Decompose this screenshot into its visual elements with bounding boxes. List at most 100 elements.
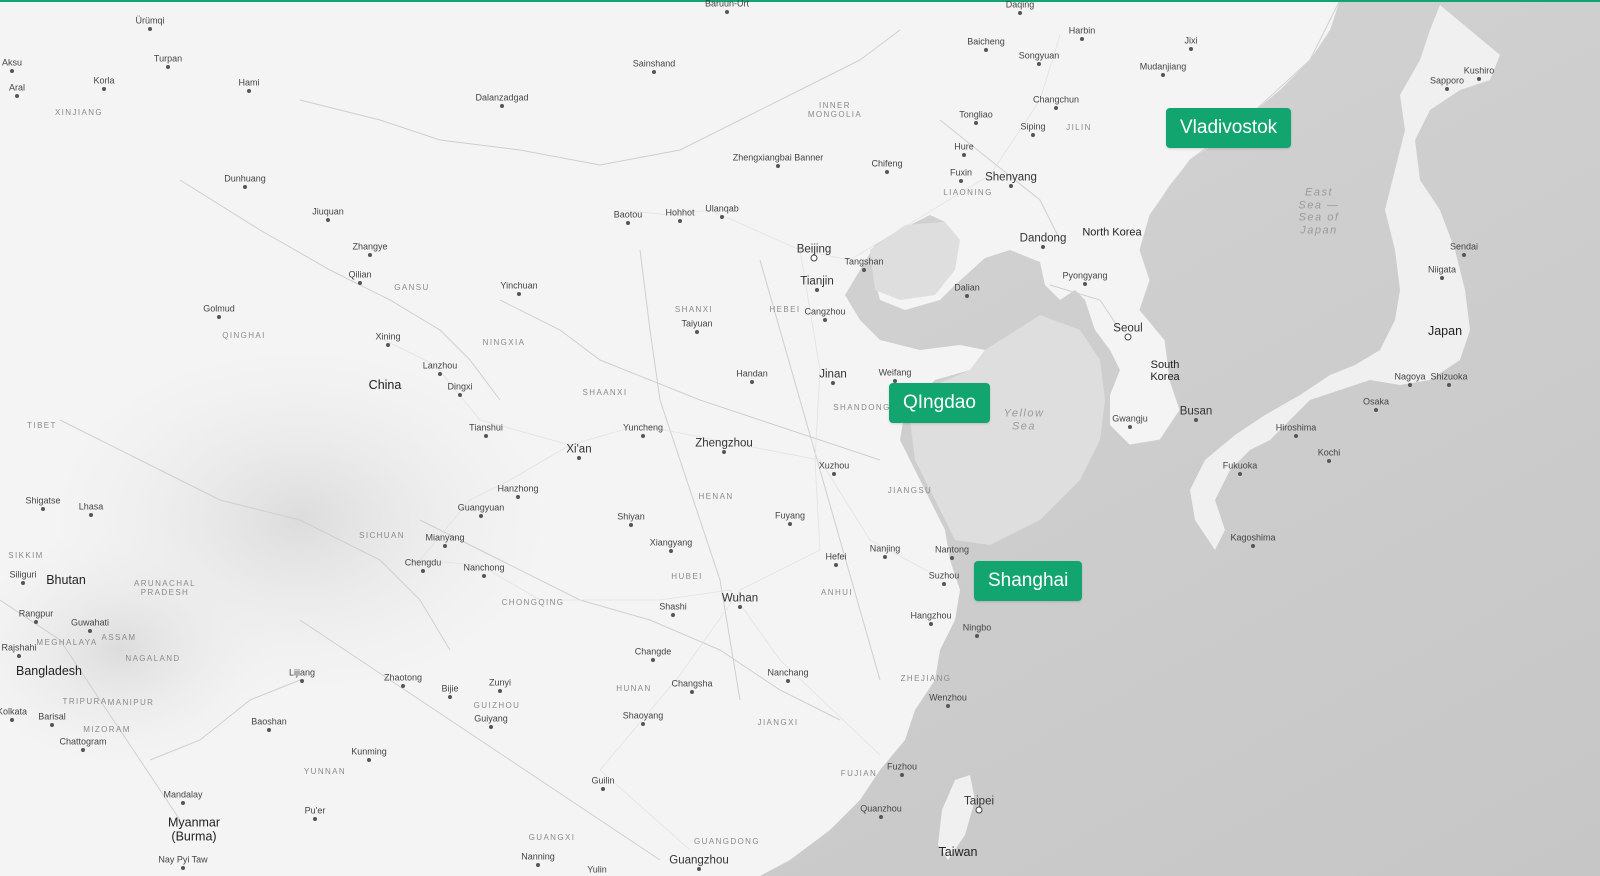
- country-label-bhutan: Bhutan: [46, 572, 86, 587]
- city-dot: [946, 704, 950, 708]
- region-label-liaoning: Liaoning: [943, 188, 993, 197]
- city-label-dalanzadgad: Dalanzadgad: [475, 92, 529, 103]
- city-label-fukuoka: Fukuoka: [1222, 460, 1258, 471]
- city-dot: [217, 315, 221, 319]
- city-dot: [536, 863, 540, 867]
- city-label-qilian: Qilian: [348, 269, 372, 280]
- region-label-gansu: Gansu: [394, 283, 430, 292]
- city-dot: [358, 281, 362, 285]
- city-label-rangpur: Rangpur: [18, 608, 54, 619]
- city-label-seoul: Seoul: [1113, 322, 1143, 335]
- city-dot: [267, 728, 271, 732]
- city-dot: [975, 634, 979, 638]
- city-dot: [15, 94, 19, 98]
- city-dot: [1054, 106, 1058, 110]
- city-label-lhasa: Lhasa: [78, 501, 104, 512]
- city-label-hiroshima: Hiroshima: [1275, 422, 1317, 433]
- city-dot: [421, 569, 425, 573]
- city-label-siliguri: Siliguri: [9, 569, 37, 580]
- city-dot: [671, 613, 675, 617]
- country-label-japan: Japan: [1427, 323, 1463, 338]
- region-label-jilin: Jilin: [1066, 123, 1092, 132]
- city-dot: [950, 556, 954, 560]
- city-dot: [641, 722, 645, 726]
- city-dot: [1462, 253, 1466, 257]
- city-label-guangzhou: Guangzhou: [669, 854, 729, 867]
- top-accent-line: [0, 0, 1600, 2]
- city-dot: [438, 372, 442, 376]
- city-label-wuhan: Wuhan: [721, 592, 759, 605]
- region-label-xinjiang: Xinjiang: [54, 108, 104, 117]
- city-dot: [181, 801, 185, 805]
- city-label-guangyuan: Guangyuan: [457, 502, 505, 513]
- city-label-baicheng: Baicheng: [967, 36, 1005, 47]
- region-label-yunnan: Yunnan: [303, 767, 347, 776]
- city-dot: [313, 817, 317, 821]
- city-label-kunming: Kunming: [351, 746, 387, 757]
- city-label-kagoshima: Kagoshima: [1230, 532, 1276, 543]
- port-marker-qingdao[interactable]: QIngdao: [889, 383, 990, 423]
- city-dot: [788, 522, 792, 526]
- city-label-dunhuang: Dunhuang: [224, 173, 266, 184]
- city-label-gwangju: Gwangju: [1112, 413, 1148, 424]
- city-dot: [479, 514, 483, 518]
- city-dot: [942, 582, 946, 586]
- city-label-nagoya: Nagoya: [1394, 371, 1426, 382]
- city-label-yinchuan: Yinchuan: [500, 280, 538, 291]
- city-dot: [823, 318, 827, 322]
- city-dot: [652, 70, 656, 74]
- city-label-shashi: Shashi: [659, 601, 687, 612]
- region-label-jiangxi: Jiangxi: [757, 718, 799, 727]
- city-label-ningbo: Ningbo: [962, 622, 992, 633]
- city-dot: [1408, 383, 1412, 387]
- city-label-baoshan: Baoshan: [251, 716, 287, 727]
- region-label-arunachal-pradesh: Arunachal Pradesh: [134, 578, 196, 597]
- city-dot: [720, 215, 724, 219]
- city-dot: [1194, 418, 1198, 422]
- city-dot: [81, 748, 85, 752]
- city-dot: [1447, 383, 1451, 387]
- region-label-mizoram: Mizoram: [83, 725, 131, 734]
- city-label-chattogram: Chattogram: [59, 736, 107, 747]
- city-label-jiuquan: Jiuquan: [312, 206, 344, 217]
- city-label-kushiro: Kushiro: [1463, 65, 1495, 76]
- country-label-bangladesh: Bangladesh: [15, 663, 83, 678]
- city-label-dalian: Dalian: [954, 282, 980, 293]
- city-dot: [1041, 245, 1045, 249]
- city-label-aral: Aral: [8, 82, 26, 93]
- city-label-shenyang: Shenyang: [985, 171, 1037, 184]
- city-label-quanzhou: Quanzhou: [860, 803, 902, 814]
- city-label-taipei: Taipei: [963, 795, 995, 808]
- city-label-tianjin: Tianjin: [800, 275, 834, 288]
- port-marker-vladivostok[interactable]: Vladivostok: [1166, 108, 1292, 148]
- city-label-beijing: Beijing: [796, 243, 832, 256]
- city-dot: [516, 495, 520, 499]
- city-dot: [386, 343, 390, 347]
- city-dot: [443, 544, 447, 548]
- city-label-taiyuan: Taiyuan: [681, 318, 713, 329]
- city-label-nanchong: Nanchong: [463, 562, 505, 573]
- city-label-weifang: Weifang: [878, 367, 912, 378]
- city-label-pu-er: Pu'er: [304, 805, 326, 816]
- city-dot: [88, 629, 92, 633]
- city-label-sapporo: Sapporo: [1429, 75, 1465, 86]
- city-dot: [10, 69, 14, 73]
- port-marker-shanghai[interactable]: Shanghai: [974, 561, 1083, 601]
- city-label-mandalay: Mandalay: [163, 789, 203, 800]
- city-dot: [832, 472, 836, 476]
- map-view[interactable]: Ürümqi Baruun-Urt Daqing Harbin Turpan Aksu Ko…: [0, 0, 1600, 876]
- country-label-north-korea: North Korea: [1082, 226, 1142, 239]
- city-dot: [1128, 425, 1132, 429]
- city-label-guwahati: Guwahati: [70, 617, 110, 628]
- city-dot: [722, 450, 726, 454]
- city-label-kochi: Kochi: [1317, 447, 1341, 458]
- city-label-baotou: Baotou: [613, 209, 643, 220]
- city-label-sendai: Sendai: [1449, 241, 1479, 252]
- city-dot: [1477, 77, 1481, 81]
- city-dot: [1080, 37, 1084, 41]
- city-label-suzhou: Suzhou: [928, 570, 960, 581]
- city-dot: [690, 690, 694, 694]
- city-label-barisal: Barisal: [38, 711, 66, 722]
- city-label-mudanjiang: Mudanjiang: [1139, 61, 1187, 72]
- city-dot: [1161, 73, 1165, 77]
